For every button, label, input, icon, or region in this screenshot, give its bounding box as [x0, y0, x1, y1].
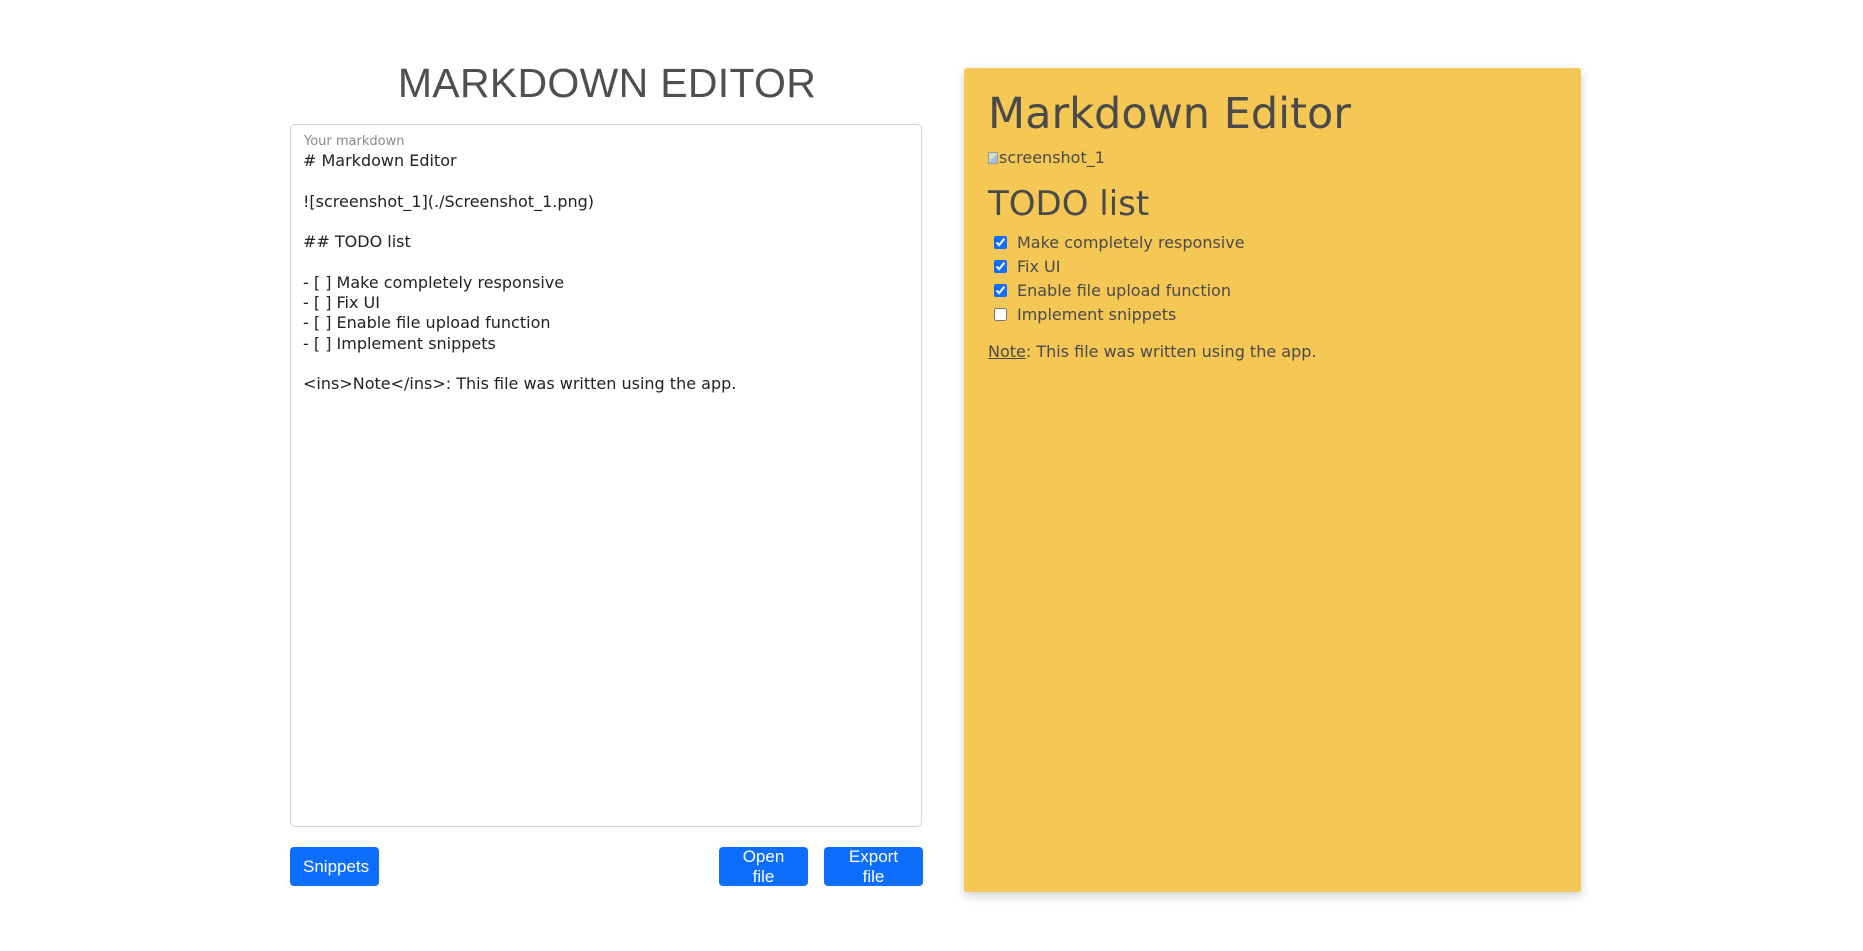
preview-note: Note: This file was written using the ap…	[988, 342, 1557, 361]
todo-item: Make completely responsive	[988, 230, 1557, 254]
todo-list: Make completely responsive Fix UI Enable…	[988, 230, 1557, 326]
preview-heading-2: TODO list	[988, 184, 1150, 224]
todo-checkbox[interactable]	[994, 235, 1007, 249]
note-text: : This file was written using the app.	[1025, 342, 1317, 361]
todo-checkbox[interactable]	[994, 307, 1007, 321]
todo-checkbox[interactable]	[994, 259, 1007, 273]
editor-label: Your markdown	[304, 134, 405, 149]
todo-label: Enable file upload function	[1017, 280, 1231, 300]
todo-item: Implement snippets	[988, 302, 1557, 326]
page: MARKDOWN EDITOR Your markdown # Markdown…	[0, 0, 1863, 951]
broken-image-icon	[988, 152, 998, 164]
export-file-button[interactable]: Export file	[824, 847, 923, 886]
todo-item: Enable file upload function	[988, 278, 1557, 302]
page-title: MARKDOWN EDITOR	[397, 60, 817, 106]
markdown-preview: Markdown Editor screenshot_1 TODO list M…	[964, 68, 1581, 892]
todo-label: Implement snippets	[1017, 304, 1177, 324]
preview-image-alt: screenshot_1	[999, 148, 1105, 167]
preview-heading-1: Markdown Editor	[988, 89, 1351, 139]
todo-item: Fix UI	[988, 254, 1557, 278]
preview-image: screenshot_1	[988, 148, 1105, 168]
todo-checkbox[interactable]	[994, 283, 1007, 297]
snippets-button[interactable]: Snippets	[290, 847, 379, 886]
markdown-editor[interactable]: Your markdown # Markdown Editor ![screen…	[290, 124, 922, 827]
editor-column: MARKDOWN EDITOR Your markdown # Markdown…	[290, 50, 924, 886]
markdown-textarea[interactable]: # Markdown Editor ![screenshot_1](./Scre…	[303, 151, 909, 816]
todo-label: Make completely responsive	[1017, 232, 1245, 252]
open-file-button[interactable]: Open file	[719, 847, 808, 886]
todo-label: Fix UI	[1017, 256, 1061, 276]
note-underlined-word: Note	[988, 342, 1026, 361]
